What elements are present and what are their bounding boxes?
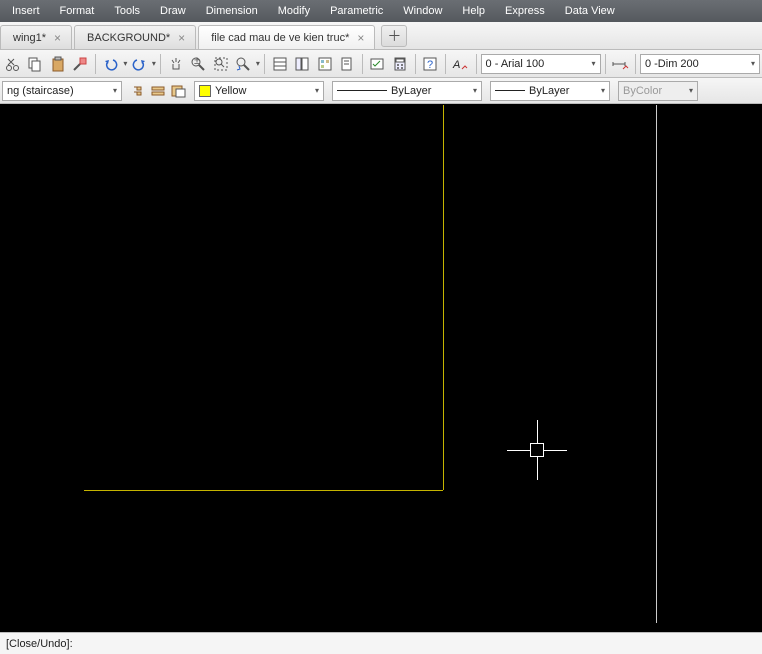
separator: [476, 54, 477, 74]
dimension-style-icon[interactable]: [610, 53, 631, 75]
zoom-realtime-button[interactable]: ±: [187, 53, 208, 75]
polyline-segment-vertical: [443, 105, 444, 490]
layers-properties-toolbar: ng (staircase) ▾ Yellow ▾ ByLayer ▾ ByLa…: [0, 78, 762, 104]
dim-style-combo[interactable]: 0 -Dim 200 ▾: [640, 54, 760, 74]
redo-button[interactable]: [128, 53, 149, 75]
color-name-value: Yellow: [215, 85, 246, 97]
tab-label: file cad mau de ve kien truc*: [211, 32, 349, 44]
linetype-value: ByLayer: [391, 85, 431, 97]
help-button[interactable]: ?: [420, 53, 441, 75]
markup-set-button[interactable]: [367, 53, 388, 75]
layer-previous-button[interactable]: [130, 83, 146, 99]
chevron-down-icon: ▾: [745, 59, 755, 68]
menu-window[interactable]: Window: [393, 0, 452, 22]
linetype-combo[interactable]: ByLayer ▾: [332, 81, 482, 101]
sheet-set-button[interactable]: [336, 53, 357, 75]
chevron-down-icon: ▾: [595, 86, 605, 95]
undo-dropdown-icon[interactable]: ▾: [123, 59, 127, 68]
menu-modify[interactable]: Modify: [268, 0, 320, 22]
tab-label: wing1*: [13, 32, 46, 44]
separator: [415, 54, 416, 74]
quickcalc-button[interactable]: [389, 53, 410, 75]
chevron-down-icon: ▾: [586, 59, 596, 68]
menu-draw[interactable]: Draw: [150, 0, 196, 22]
color-swatch: [199, 85, 211, 97]
match-properties-button[interactable]: [69, 53, 90, 75]
command-prompt: [Close/Undo]:: [6, 638, 73, 650]
layer-combo[interactable]: ng (staircase) ▾: [2, 81, 122, 101]
copy-button[interactable]: [24, 53, 45, 75]
properties-button[interactable]: [269, 53, 290, 75]
redo-dropdown-icon[interactable]: ▾: [152, 59, 156, 68]
menu-data-view[interactable]: Data View: [555, 0, 625, 22]
lineweight-value: ByLayer: [529, 85, 569, 97]
zoom-dropdown-icon[interactable]: ▾: [256, 59, 260, 68]
chevron-down-icon: ▾: [683, 86, 693, 95]
separator: [445, 54, 446, 74]
menu-help[interactable]: Help: [452, 0, 495, 22]
menu-bar: Insert Format Tools Draw Dimension Modif…: [0, 0, 762, 22]
tab-file-cad-mau[interactable]: file cad mau de ve kien truc* ×: [198, 25, 375, 49]
drawing-canvas[interactable]: [0, 104, 762, 632]
guide-line-vertical: [656, 105, 657, 623]
chevron-down-icon: ▾: [467, 86, 477, 95]
svg-text:±: ±: [194, 56, 200, 67]
tab-drawing1[interactable]: wing1* ×: [0, 25, 72, 49]
separator: [95, 54, 96, 74]
separator: [635, 54, 636, 74]
text-style-value: 0 - Arial 100: [486, 58, 545, 70]
layer-properties-button[interactable]: [170, 83, 186, 99]
crosshair-horizontal: [507, 450, 567, 451]
paste-button[interactable]: [47, 53, 68, 75]
zoom-window-button[interactable]: [210, 53, 231, 75]
new-tab-button[interactable]: ＋: [381, 25, 407, 47]
close-icon[interactable]: ×: [357, 32, 364, 44]
lineweight-preview: [495, 90, 525, 91]
dim-style-value: 0 -Dim 200: [645, 58, 699, 70]
menu-tools[interactable]: Tools: [104, 0, 150, 22]
zoom-previous-button[interactable]: [232, 53, 253, 75]
plot-style-value: ByColor: [623, 85, 662, 97]
menu-express[interactable]: Express: [495, 0, 555, 22]
undo-button[interactable]: [100, 53, 121, 75]
crosshair-vertical: [537, 420, 538, 480]
pan-button[interactable]: [165, 53, 186, 75]
polyline-segment-horizontal: [84, 490, 443, 491]
layer-states-button[interactable]: [150, 83, 166, 99]
separator: [605, 54, 606, 74]
text-style-icon[interactable]: A: [450, 53, 471, 75]
menu-parametric[interactable]: Parametric: [320, 0, 393, 22]
close-icon[interactable]: ×: [178, 32, 185, 44]
chevron-down-icon: ▾: [309, 86, 319, 95]
tool-palettes-button[interactable]: [314, 53, 335, 75]
plot-style-combo: ByColor ▾: [618, 81, 698, 101]
text-style-combo[interactable]: 0 - Arial 100 ▾: [481, 54, 601, 74]
lineweight-combo[interactable]: ByLayer ▾: [490, 81, 610, 101]
separator: [160, 54, 161, 74]
linetype-preview: [337, 90, 387, 91]
svg-text:A: A: [452, 59, 460, 71]
layer-name-value: ng (staircase): [7, 85, 74, 97]
crosshair-pickbox: [530, 443, 544, 457]
svg-text:?: ?: [427, 59, 433, 71]
command-line[interactable]: [Close/Undo]:: [0, 632, 762, 654]
tab-label: BACKGROUND*: [87, 32, 170, 44]
tab-background[interactable]: BACKGROUND* ×: [74, 25, 196, 49]
separator: [264, 54, 265, 74]
menu-dimension[interactable]: Dimension: [196, 0, 268, 22]
cut-button[interactable]: [2, 53, 23, 75]
separator: [362, 54, 363, 74]
design-center-button[interactable]: [291, 53, 312, 75]
menu-format[interactable]: Format: [50, 0, 105, 22]
standard-toolbar: ▾ ▾ ± ▾ ? A 0 - Arial 100 ▾ 0 -Dim 200 ▾: [0, 50, 762, 78]
close-icon[interactable]: ×: [54, 32, 61, 44]
chevron-down-icon: ▾: [107, 86, 117, 95]
menu-insert[interactable]: Insert: [2, 0, 50, 22]
document-tab-bar: wing1* × BACKGROUND* × file cad mau de v…: [0, 22, 762, 50]
color-combo[interactable]: Yellow ▾: [194, 81, 324, 101]
